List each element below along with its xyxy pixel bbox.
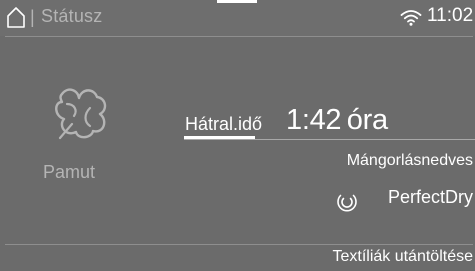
header-divider — [5, 36, 473, 37]
page-title: Státusz — [41, 6, 103, 26]
perfectdry-label: PerfectDry — [387, 187, 473, 207]
status-separator: | — [30, 7, 35, 27]
footer-divider — [5, 244, 473, 245]
remaining-time-rule — [184, 139, 475, 140]
perfectdry-icon — [337, 194, 357, 212]
remaining-time-unit: óra — [346, 104, 388, 136]
reload-textiles-button[interactable]: Textíliák utántöltése — [332, 248, 473, 266]
wifi-icon — [400, 10, 422, 26]
remaining-time-value: 1:42 óra — [286, 104, 388, 137]
pull-down-handle[interactable] — [217, 0, 257, 3]
dryness-level[interactable]: Mángorlásnedves — [347, 152, 473, 170]
clock: 11:02 — [427, 5, 474, 26]
remaining-time-number: 1:42 — [286, 104, 342, 136]
program-name[interactable]: Pamut — [0, 162, 138, 183]
remaining-time-label[interactable]: Hátral.idő — [185, 114, 262, 135]
cotton-icon[interactable] — [48, 80, 112, 144]
home-icon[interactable] — [6, 6, 26, 28]
status-bar: | Státusz 11:02 — [0, 0, 475, 36]
